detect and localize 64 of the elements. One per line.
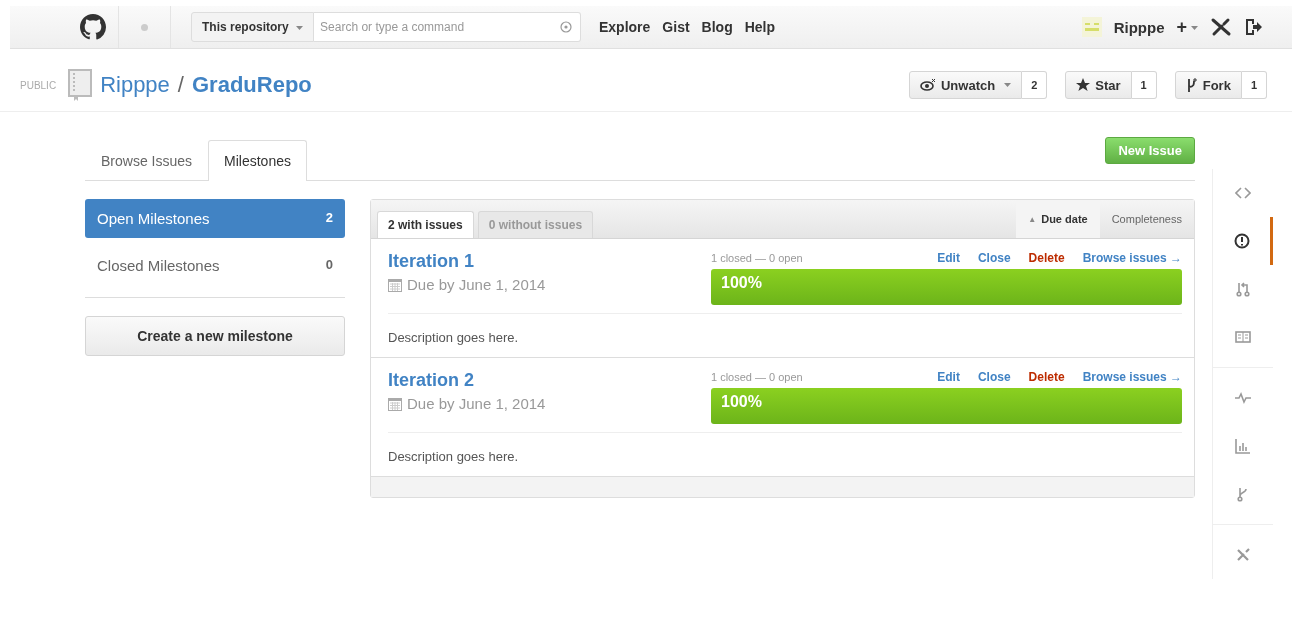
issue-stats: 1 closed — 0 open: [711, 252, 803, 264]
milestone-action-link[interactable]: Delete: [1028, 251, 1065, 265]
sidebar-item[interactable]: Open Milestones 2: [85, 199, 345, 238]
fork-button[interactable]: Fork: [1174, 71, 1242, 99]
settings-icon[interactable]: [1235, 547, 1251, 563]
help-icon[interactable]: [560, 21, 572, 33]
alert-icon[interactable]: [1233, 233, 1250, 249]
search-field[interactable]: Search or type a command: [314, 12, 581, 42]
scope-dropdown[interactable]: This repository: [191, 12, 315, 42]
fork-count[interactable]: 1: [1241, 71, 1267, 99]
fork-icon: [1185, 77, 1198, 93]
milestone-action-link[interactable]: Close: [977, 370, 1011, 384]
star-count[interactable]: 1: [1131, 71, 1157, 99]
caret-icon: [296, 25, 304, 30]
owner-link[interactable]: Ripppe: [100, 72, 170, 98]
nav-link[interactable]: Blog: [701, 19, 733, 35]
repo-book-icon: [68, 69, 93, 101]
nav-link[interactable]: Explore: [599, 19, 651, 35]
notification-dot-icon[interactable]: [141, 23, 148, 31]
add-menu-button[interactable]: +: [1176, 16, 1198, 38]
eye-icon: [920, 79, 936, 91]
tools-icon[interactable]: [1210, 17, 1232, 37]
create-milestone-button[interactable]: Create a new milestone: [85, 316, 345, 356]
nav-link[interactable]: Gist: [662, 19, 690, 35]
star-icon: [1076, 78, 1091, 92]
issue-stats: 1 closed — 0 open: [711, 371, 803, 383]
watch-button[interactable]: Unwatch: [909, 71, 1023, 99]
filter-tab[interactable]: 2 with issues: [377, 211, 474, 238]
sidebar-item[interactable]: Closed Milestones 0: [85, 246, 345, 285]
octocat-logo-icon[interactable]: [80, 14, 106, 40]
due-date: Due by June 1, 2014: [407, 395, 546, 412]
star-button[interactable]: Star: [1065, 71, 1132, 99]
watch-count[interactable]: 2: [1022, 71, 1048, 99]
tab[interactable]: Milestones: [208, 140, 307, 181]
username-link[interactable]: Ripppe: [1113, 18, 1165, 36]
book-icon[interactable]: [1235, 329, 1251, 345]
milestone-action-link[interactable]: Delete: [1028, 370, 1065, 384]
caret-icon: [1004, 83, 1012, 87]
nav-link[interactable]: Help: [744, 19, 776, 35]
milestone-action-link[interactable]: Edit: [937, 251, 960, 265]
milestone-action-link[interactable]: Browse issues →: [1082, 370, 1182, 384]
code-icon[interactable]: [1235, 185, 1251, 201]
due-date: Due by June 1, 2014: [407, 276, 546, 293]
bar-chart-icon[interactable]: [1235, 438, 1251, 454]
milestone-title-link[interactable]: Iteration 2: [388, 370, 475, 390]
progress-percent: 100%: [720, 273, 762, 293]
milestone-title-link[interactable]: Iteration 1: [388, 251, 475, 271]
milestone-description: Description goes here.: [388, 329, 520, 347]
tab[interactable]: Browse Issues: [85, 140, 209, 181]
calendar-icon: [388, 277, 402, 292]
milestone-description: Description goes here.: [388, 448, 520, 466]
milestone-action-link[interactable]: Close: [977, 251, 1011, 265]
milestone-action-link[interactable]: Browse issues →: [1082, 251, 1182, 265]
calendar-icon: [388, 396, 402, 411]
visibility-label: PUBLIC: [20, 79, 57, 91]
pulse-icon[interactable]: [1235, 390, 1251, 406]
pull-request-icon[interactable]: [1235, 281, 1251, 297]
path-separator: /: [177, 72, 184, 98]
caret-icon: [1191, 25, 1198, 30]
progress-percent: 100%: [720, 392, 762, 412]
sign-out-icon[interactable]: [1244, 17, 1262, 37]
sort-option[interactable]: Completeness: [1099, 200, 1194, 238]
repo-name-link[interactable]: GraduRepo: [191, 72, 312, 98]
milestone-action-link[interactable]: Edit: [937, 370, 960, 384]
